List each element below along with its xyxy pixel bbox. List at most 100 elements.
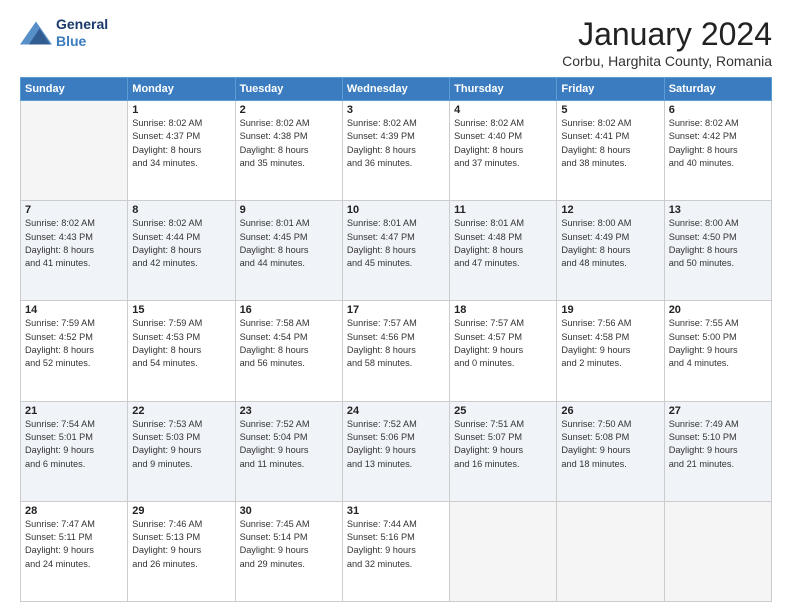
calendar-day-cell bbox=[557, 501, 664, 601]
day-info: Sunrise: 8:02 AMSunset: 4:40 PMDaylight:… bbox=[454, 117, 552, 170]
day-info: Sunrise: 8:01 AMSunset: 4:47 PMDaylight:… bbox=[347, 217, 445, 270]
day-info: Sunrise: 7:59 AMSunset: 4:52 PMDaylight:… bbox=[25, 317, 123, 370]
calendar-day-cell: 1Sunrise: 8:02 AMSunset: 4:37 PMDaylight… bbox=[128, 101, 235, 201]
calendar-day-cell: 15Sunrise: 7:59 AMSunset: 4:53 PMDayligh… bbox=[128, 301, 235, 401]
day-number: 25 bbox=[454, 405, 552, 417]
day-info: Sunrise: 7:47 AMSunset: 5:11 PMDaylight:… bbox=[25, 518, 123, 571]
day-number: 24 bbox=[347, 405, 445, 417]
day-info: Sunrise: 7:59 AMSunset: 4:53 PMDaylight:… bbox=[132, 317, 230, 370]
main-title: January 2024 bbox=[562, 16, 772, 53]
day-info: Sunrise: 7:49 AMSunset: 5:10 PMDaylight:… bbox=[669, 418, 767, 471]
day-number: 16 bbox=[240, 304, 338, 316]
day-number: 8 bbox=[132, 204, 230, 216]
day-number: 14 bbox=[25, 304, 123, 316]
day-number: 3 bbox=[347, 104, 445, 116]
day-number: 19 bbox=[561, 304, 659, 316]
calendar-day-cell: 24Sunrise: 7:52 AMSunset: 5:06 PMDayligh… bbox=[342, 401, 449, 501]
day-info: Sunrise: 7:44 AMSunset: 5:16 PMDaylight:… bbox=[347, 518, 445, 571]
day-number: 18 bbox=[454, 304, 552, 316]
header-wednesday: Wednesday bbox=[342, 78, 449, 101]
day-number: 27 bbox=[669, 405, 767, 417]
day-info: Sunrise: 8:02 AMSunset: 4:43 PMDaylight:… bbox=[25, 217, 123, 270]
calendar-day-cell: 10Sunrise: 8:01 AMSunset: 4:47 PMDayligh… bbox=[342, 201, 449, 301]
calendar-day-cell: 9Sunrise: 8:01 AMSunset: 4:45 PMDaylight… bbox=[235, 201, 342, 301]
page: General Blue January 2024 Corbu, Harghit… bbox=[0, 0, 792, 612]
calendar-day-cell: 4Sunrise: 8:02 AMSunset: 4:40 PMDaylight… bbox=[450, 101, 557, 201]
header-friday: Friday bbox=[557, 78, 664, 101]
day-number: 15 bbox=[132, 304, 230, 316]
day-number: 29 bbox=[132, 505, 230, 517]
day-number: 23 bbox=[240, 405, 338, 417]
day-number: 30 bbox=[240, 505, 338, 517]
calendar-day-cell: 8Sunrise: 8:02 AMSunset: 4:44 PMDaylight… bbox=[128, 201, 235, 301]
day-number: 5 bbox=[561, 104, 659, 116]
calendar-day-cell: 21Sunrise: 7:54 AMSunset: 5:01 PMDayligh… bbox=[21, 401, 128, 501]
day-info: Sunrise: 7:53 AMSunset: 5:03 PMDaylight:… bbox=[132, 418, 230, 471]
day-info: Sunrise: 7:52 AMSunset: 5:06 PMDaylight:… bbox=[347, 418, 445, 471]
calendar-day-cell: 2Sunrise: 8:02 AMSunset: 4:38 PMDaylight… bbox=[235, 101, 342, 201]
calendar-day-cell: 25Sunrise: 7:51 AMSunset: 5:07 PMDayligh… bbox=[450, 401, 557, 501]
calendar-table: Sunday Monday Tuesday Wednesday Thursday… bbox=[20, 77, 772, 602]
logo-icon bbox=[20, 19, 52, 47]
day-number: 10 bbox=[347, 204, 445, 216]
calendar-day-cell: 23Sunrise: 7:52 AMSunset: 5:04 PMDayligh… bbox=[235, 401, 342, 501]
day-info: Sunrise: 8:02 AMSunset: 4:42 PMDaylight:… bbox=[669, 117, 767, 170]
day-info: Sunrise: 7:46 AMSunset: 5:13 PMDaylight:… bbox=[132, 518, 230, 571]
calendar-day-cell: 18Sunrise: 7:57 AMSunset: 4:57 PMDayligh… bbox=[450, 301, 557, 401]
day-number: 6 bbox=[669, 104, 767, 116]
calendar-day-cell: 27Sunrise: 7:49 AMSunset: 5:10 PMDayligh… bbox=[664, 401, 771, 501]
calendar-week-row: 7Sunrise: 8:02 AMSunset: 4:43 PMDaylight… bbox=[21, 201, 772, 301]
calendar-day-cell: 26Sunrise: 7:50 AMSunset: 5:08 PMDayligh… bbox=[557, 401, 664, 501]
calendar-day-cell: 7Sunrise: 8:02 AMSunset: 4:43 PMDaylight… bbox=[21, 201, 128, 301]
title-area: January 2024 Corbu, Harghita County, Rom… bbox=[562, 16, 772, 69]
day-info: Sunrise: 8:02 AMSunset: 4:38 PMDaylight:… bbox=[240, 117, 338, 170]
day-info: Sunrise: 8:02 AMSunset: 4:39 PMDaylight:… bbox=[347, 117, 445, 170]
subtitle: Corbu, Harghita County, Romania bbox=[562, 53, 772, 69]
day-number: 22 bbox=[132, 405, 230, 417]
day-number: 9 bbox=[240, 204, 338, 216]
header-saturday: Saturday bbox=[664, 78, 771, 101]
calendar-day-cell bbox=[450, 501, 557, 601]
day-number: 28 bbox=[25, 505, 123, 517]
calendar-day-cell: 16Sunrise: 7:58 AMSunset: 4:54 PMDayligh… bbox=[235, 301, 342, 401]
calendar-week-row: 28Sunrise: 7:47 AMSunset: 5:11 PMDayligh… bbox=[21, 501, 772, 601]
day-info: Sunrise: 7:51 AMSunset: 5:07 PMDaylight:… bbox=[454, 418, 552, 471]
day-info: Sunrise: 7:55 AMSunset: 5:00 PMDaylight:… bbox=[669, 317, 767, 370]
calendar-week-row: 1Sunrise: 8:02 AMSunset: 4:37 PMDaylight… bbox=[21, 101, 772, 201]
header-monday: Monday bbox=[128, 78, 235, 101]
day-info: Sunrise: 8:02 AMSunset: 4:44 PMDaylight:… bbox=[132, 217, 230, 270]
calendar-day-cell: 5Sunrise: 8:02 AMSunset: 4:41 PMDaylight… bbox=[557, 101, 664, 201]
day-number: 12 bbox=[561, 204, 659, 216]
day-info: Sunrise: 7:52 AMSunset: 5:04 PMDaylight:… bbox=[240, 418, 338, 471]
header-tuesday: Tuesday bbox=[235, 78, 342, 101]
calendar-week-row: 21Sunrise: 7:54 AMSunset: 5:01 PMDayligh… bbox=[21, 401, 772, 501]
calendar-day-cell: 22Sunrise: 7:53 AMSunset: 5:03 PMDayligh… bbox=[128, 401, 235, 501]
day-info: Sunrise: 7:54 AMSunset: 5:01 PMDaylight:… bbox=[25, 418, 123, 471]
calendar-day-cell: 17Sunrise: 7:57 AMSunset: 4:56 PMDayligh… bbox=[342, 301, 449, 401]
day-number: 2 bbox=[240, 104, 338, 116]
day-info: Sunrise: 8:01 AMSunset: 4:48 PMDaylight:… bbox=[454, 217, 552, 270]
header-sunday: Sunday bbox=[21, 78, 128, 101]
logo: General Blue bbox=[20, 16, 108, 50]
day-info: Sunrise: 8:02 AMSunset: 4:37 PMDaylight:… bbox=[132, 117, 230, 170]
day-info: Sunrise: 7:56 AMSunset: 4:58 PMDaylight:… bbox=[561, 317, 659, 370]
logo-text: General Blue bbox=[56, 16, 108, 50]
calendar-day-cell: 14Sunrise: 7:59 AMSunset: 4:52 PMDayligh… bbox=[21, 301, 128, 401]
calendar-day-cell bbox=[21, 101, 128, 201]
calendar-day-cell: 19Sunrise: 7:56 AMSunset: 4:58 PMDayligh… bbox=[557, 301, 664, 401]
day-info: Sunrise: 7:50 AMSunset: 5:08 PMDaylight:… bbox=[561, 418, 659, 471]
header-thursday: Thursday bbox=[450, 78, 557, 101]
calendar-day-cell: 6Sunrise: 8:02 AMSunset: 4:42 PMDaylight… bbox=[664, 101, 771, 201]
day-number: 20 bbox=[669, 304, 767, 316]
day-info: Sunrise: 8:00 AMSunset: 4:49 PMDaylight:… bbox=[561, 217, 659, 270]
calendar-day-cell: 3Sunrise: 8:02 AMSunset: 4:39 PMDaylight… bbox=[342, 101, 449, 201]
day-info: Sunrise: 8:01 AMSunset: 4:45 PMDaylight:… bbox=[240, 217, 338, 270]
day-info: Sunrise: 7:45 AMSunset: 5:14 PMDaylight:… bbox=[240, 518, 338, 571]
calendar-day-cell bbox=[664, 501, 771, 601]
calendar-day-cell: 13Sunrise: 8:00 AMSunset: 4:50 PMDayligh… bbox=[664, 201, 771, 301]
calendar-day-cell: 11Sunrise: 8:01 AMSunset: 4:48 PMDayligh… bbox=[450, 201, 557, 301]
day-number: 31 bbox=[347, 505, 445, 517]
calendar-day-cell: 29Sunrise: 7:46 AMSunset: 5:13 PMDayligh… bbox=[128, 501, 235, 601]
day-info: Sunrise: 8:00 AMSunset: 4:50 PMDaylight:… bbox=[669, 217, 767, 270]
calendar-day-cell: 12Sunrise: 8:00 AMSunset: 4:49 PMDayligh… bbox=[557, 201, 664, 301]
